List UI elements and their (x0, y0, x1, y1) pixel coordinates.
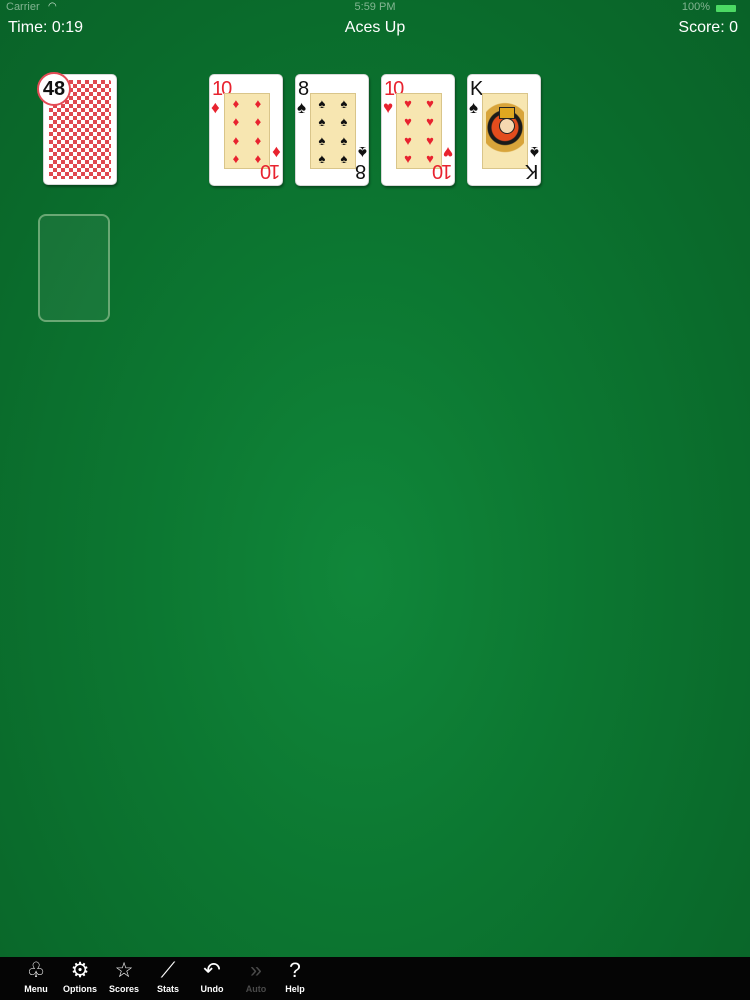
king-of-spades-card[interactable]: K ♠ K ♠ (467, 74, 541, 186)
stats-button[interactable]: ⟋ Stats (147, 959, 189, 999)
king-portrait (482, 93, 528, 169)
diamond-icon: ♦ (272, 143, 281, 162)
undo-icon: ↶ (203, 959, 221, 982)
ios-status-bar: Carrier ◠ 5:59 PM 100% (0, 0, 750, 16)
card-rank: K (526, 160, 538, 182)
score-display: Score: 0 (678, 19, 738, 36)
diamond-icon: ♦ (211, 98, 220, 117)
auto-button[interactable]: » Auto (235, 959, 277, 999)
card-suits-icon: ♧ (26, 959, 46, 982)
king-art (486, 97, 524, 165)
pip: ♦ (232, 95, 240, 111)
help-label: Help (285, 984, 305, 994)
battery-percent: 100% (681, 1, 710, 13)
card-rank: 10 (261, 160, 280, 182)
undo-button[interactable]: ↶ Undo (191, 959, 233, 999)
pip: ♠ (340, 114, 348, 130)
stats-label: Stats (156, 984, 179, 994)
heart-icon: ♥ (383, 98, 394, 117)
stats-chart-icon: ⟋ (160, 959, 176, 982)
options-label: Options (63, 984, 97, 994)
pip: ♥ (426, 114, 434, 130)
card-face: ♦ ♦ ♦ ♦ ♦ ♦ ♦ ♦ (224, 93, 270, 169)
card-rank: 8 (298, 78, 309, 100)
scores-button[interactable]: ☆ Scores (103, 959, 145, 999)
pip: ♥ (404, 132, 412, 148)
star-icon: ☆ (114, 959, 134, 982)
spade-icon: ♠ (469, 98, 479, 117)
help-icon: ? (289, 959, 301, 982)
battery-icon (716, 5, 736, 12)
pip: ♠ (318, 114, 326, 130)
pip: ♥ (404, 114, 412, 130)
eight-of-spades-card[interactable]: 8 ♠ ♠ ♠ ♠ ♠ ♠ ♠ ♠ ♠ 8 ♠ (295, 74, 369, 186)
pip: ♥ (426, 95, 434, 111)
menu-label: Menu (24, 984, 48, 994)
auto-label: Auto (245, 984, 267, 994)
game-title: Aces Up (344, 19, 406, 36)
stock-count-badge: 48 (37, 72, 71, 106)
pip: ♦ (232, 151, 240, 167)
pip: ♥ (404, 151, 412, 167)
ten-of-diamonds-card[interactable]: 10 ♦ ♦ ♦ ♦ ♦ ♦ ♦ ♦ ♦ 10 ♦ (209, 74, 283, 186)
pip: ♥ (404, 95, 412, 111)
scores-label: Scores (108, 984, 140, 994)
pip: ♦ (232, 132, 240, 148)
pip: ♠ (318, 132, 326, 148)
status-clock: 5:59 PM (354, 1, 396, 13)
pip: ♠ (318, 151, 326, 167)
pip: ♦ (254, 132, 262, 148)
empty-card-slot[interactable] (38, 214, 110, 322)
bottom-toolbar: ♧ Menu ⚙ Options ☆ Scores ⟋ Stats ↶ Undo… (0, 957, 750, 1000)
gears-icon: ⚙ (70, 959, 90, 982)
card-rank: 10 (433, 160, 452, 182)
pip: ♦ (232, 114, 240, 130)
card-face: ♠ ♠ ♠ ♠ ♠ ♠ ♠ ♠ (310, 93, 356, 169)
pip: ♠ (340, 151, 348, 167)
menu-button[interactable]: ♧ Menu (15, 959, 57, 999)
spade-icon: ♠ (297, 98, 307, 117)
card-rank: 8 (356, 160, 366, 182)
spade-icon: ♠ (529, 143, 539, 162)
options-button[interactable]: ⚙ Options (59, 959, 101, 999)
pip: ♠ (340, 132, 348, 148)
fast-forward-icon: » (250, 959, 262, 982)
pip: ♠ (318, 95, 326, 111)
undo-label: Undo (200, 984, 224, 994)
card-face: ♥ ♥ ♥ ♥ ♥ ♥ ♥ ♥ (396, 93, 442, 169)
pip: ♠ (340, 95, 348, 111)
pip: ♦ (254, 114, 262, 130)
pip: ♥ (426, 132, 434, 148)
spade-icon: ♠ (357, 143, 367, 162)
heart-icon: ♥ (442, 143, 453, 162)
king-face (499, 118, 515, 134)
card-rank: K (470, 78, 483, 100)
pip: ♦ (254, 95, 262, 111)
help-button[interactable]: ? Help (274, 959, 316, 999)
ten-of-hearts-card[interactable]: 10 ♥ ♥ ♥ ♥ ♥ ♥ ♥ ♥ ♥ 10 ♥ (381, 74, 455, 186)
